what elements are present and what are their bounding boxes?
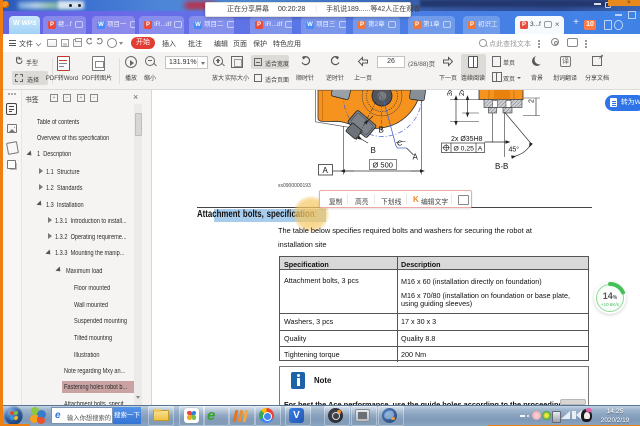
svg-text:Ø 0,25: Ø 0,25 — [454, 146, 475, 153]
svg-text:2x Ø35H8: 2x Ø35H8 — [451, 136, 483, 143]
svg-text:B-B: B-B — [495, 162, 508, 171]
svg-text:A: A — [413, 153, 419, 162]
svg-text:3x: 3x — [447, 90, 454, 96]
svg-text:A: A — [478, 146, 483, 153]
svg-text:2x: 2x — [459, 90, 466, 96]
svg-text:C: C — [397, 139, 403, 148]
svg-text:xx0900000193: xx0900000193 — [278, 183, 311, 189]
svg-text:Ø 500: Ø 500 — [373, 161, 393, 170]
svg-text:2: 2 — [529, 99, 536, 103]
svg-text:B: B — [379, 126, 384, 135]
svg-text:45°: 45° — [509, 146, 520, 154]
svg-text:A: A — [323, 166, 329, 175]
svg-text:B: B — [371, 146, 376, 155]
